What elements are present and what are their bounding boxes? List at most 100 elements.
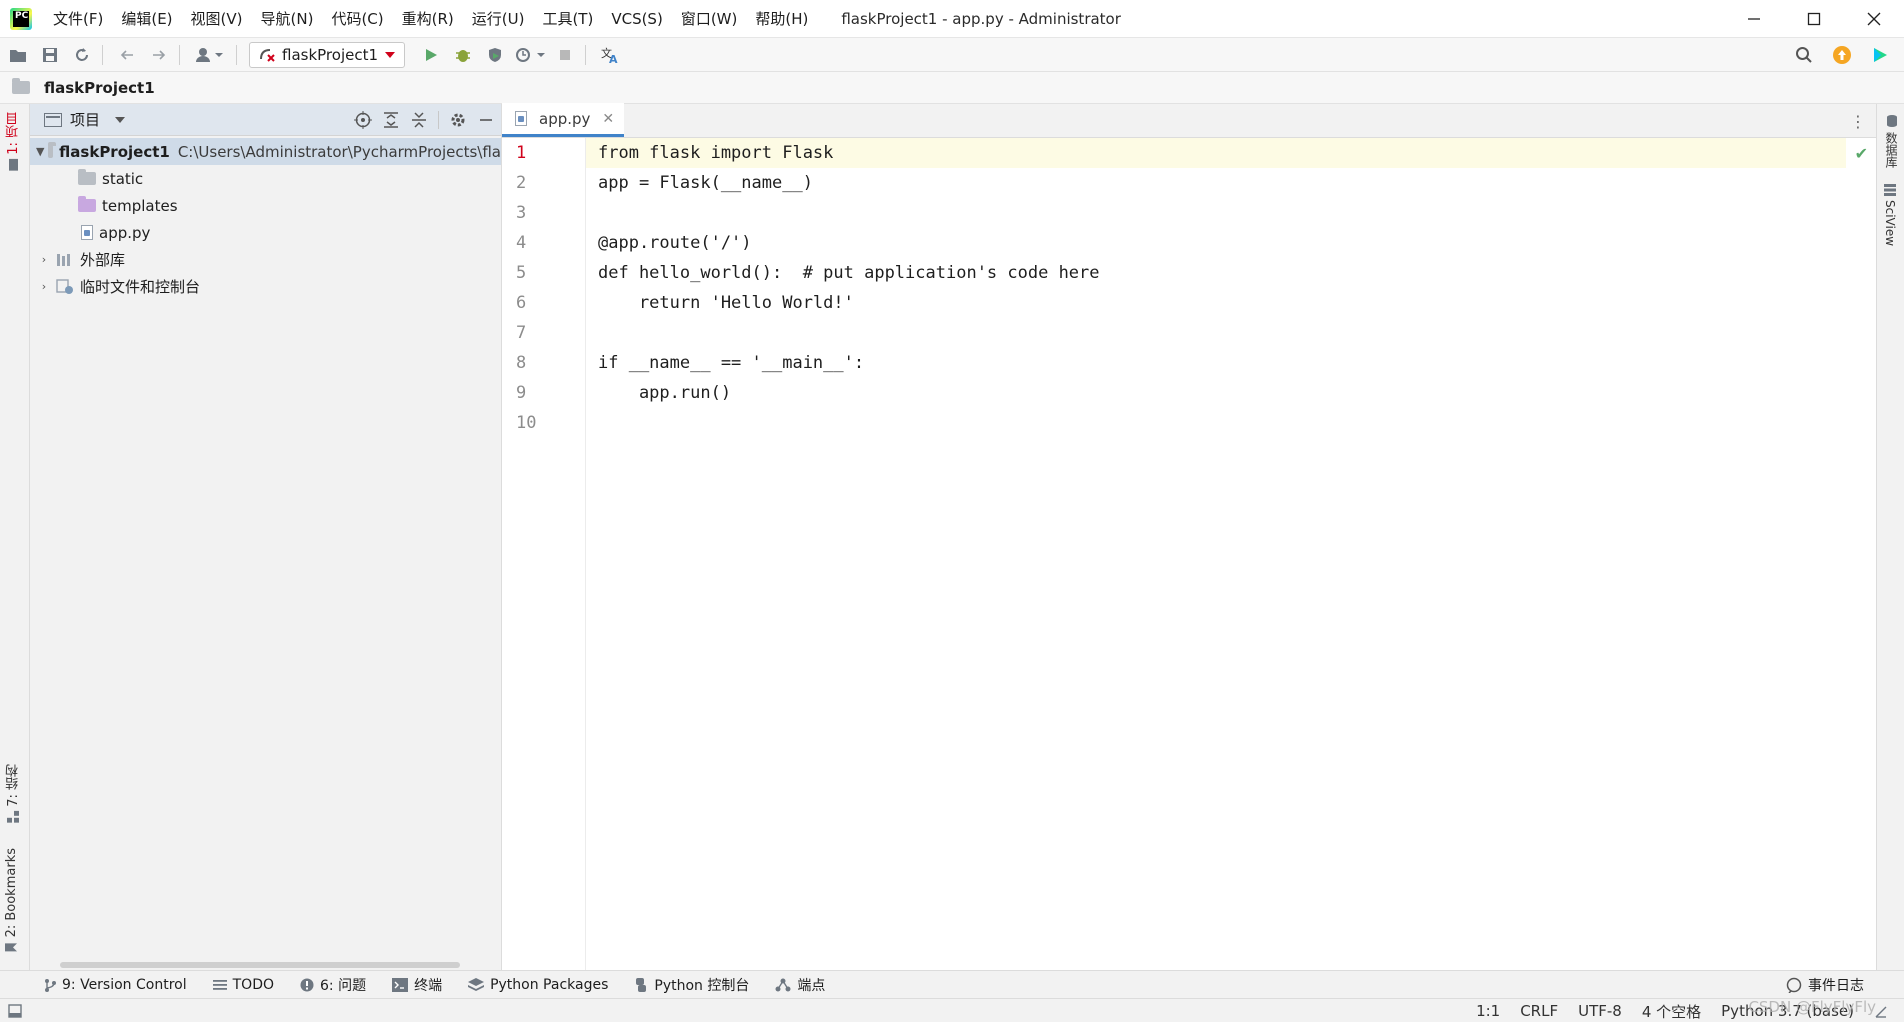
caret-position[interactable]: 1:1 (1476, 1002, 1500, 1020)
stop-button[interactable] (551, 41, 579, 69)
list-icon (212, 979, 227, 990)
gear-icon[interactable] (449, 111, 467, 129)
editor-tab-label: app.py (539, 109, 591, 128)
maximize-icon (1807, 12, 1821, 26)
close-tab-icon[interactable]: ✕ (602, 111, 614, 127)
locate-file-icon[interactable] (354, 111, 372, 129)
debug-button[interactable] (449, 41, 477, 69)
tree-item-label: 临时文件和控制台 (80, 278, 201, 296)
bookmark-icon (5, 943, 18, 952)
terminal-icon (392, 977, 409, 992)
endpoints-tab[interactable]: 端点 (775, 975, 825, 995)
sync-button[interactable] (68, 41, 96, 69)
menu-tools[interactable]: 工具(T) (533, 0, 602, 38)
run-configuration-selector[interactable]: flaskProject1 (249, 41, 406, 68)
code-line[interactable]: def hello_world(): # put application's c… (586, 258, 1846, 288)
code-line[interactable]: @app.route('/') (586, 228, 1846, 258)
chevron-right-icon[interactable]: › (36, 280, 52, 293)
refresh-icon (76, 47, 88, 61)
toolbar-separator (102, 44, 103, 65)
menu-navigate[interactable]: 导航(N) (252, 0, 323, 38)
version-control-tab[interactable]: 9: Version Control (44, 977, 187, 993)
chevron-right-icon[interactable]: › (36, 253, 52, 266)
event-log-tab[interactable]: 事件日志 (1786, 971, 1864, 999)
tree-root[interactable]: ▼ flaskProject1 C:\Users\Administrator\P… (30, 138, 501, 165)
code-line[interactable]: from flask import Flask (586, 138, 1846, 168)
menu-vcs[interactable]: VCS(S) (602, 0, 671, 38)
tree-item-static[interactable]: static (30, 165, 501, 192)
close-window-button[interactable] (1844, 0, 1904, 38)
bookmarks-tool-tab[interactable]: 2: Bookmarks (4, 848, 19, 953)
code-line[interactable] (586, 318, 1846, 348)
database-tab-label: 数据库 (1884, 132, 1898, 168)
python-console-tab[interactable]: Python 控制台 (634, 975, 749, 995)
python-file-icon (515, 111, 527, 126)
code-lines[interactable]: from flask import Flask app = Flask(__na… (586, 138, 1846, 438)
indent-setting[interactable]: 4 个空格 (1642, 1001, 1701, 1022)
menu-window[interactable]: 窗口(W) (672, 0, 747, 38)
terminal-tab[interactable]: 终端 (392, 975, 442, 995)
menu-view[interactable]: 视图(V) (182, 0, 252, 38)
more-options-icon[interactable]: ⋮ (1850, 112, 1866, 131)
lock-icon[interactable] (1874, 1004, 1888, 1018)
chevron-down-icon[interactable] (114, 115, 126, 125)
line-number: 3 (516, 203, 527, 223)
editor: app.py ✕ ⋮ 1 2 3 4 5 6 7 8 9 10 from fla… (502, 103, 1876, 970)
structure-tool-tab[interactable]: 7: 结构 (4, 764, 23, 823)
menu-code[interactable]: 代码(C) (322, 0, 392, 38)
todo-tab[interactable]: TODO (212, 977, 274, 993)
scratches-icon (56, 278, 73, 294)
run-button[interactable] (417, 41, 445, 69)
file-encoding[interactable]: UTF-8 (1578, 1002, 1622, 1020)
jetbrains-toolbox-button[interactable] (1866, 41, 1894, 69)
translate-button[interactable]: 文A (596, 41, 624, 69)
coverage-button[interactable] (481, 41, 509, 69)
editor-tab-app-py[interactable]: app.py ✕ (502, 103, 625, 137)
menu-help[interactable]: 帮助(H) (746, 0, 817, 38)
menu-edit[interactable]: 编辑(E) (112, 0, 181, 38)
code-line[interactable]: if __name__ == '__main__': (586, 348, 1846, 378)
code-line[interactable]: app.run() (586, 378, 1846, 408)
toggle-tool-windows-icon[interactable] (8, 1003, 22, 1018)
update-button[interactable] (1828, 41, 1856, 69)
breadcrumb-project[interactable]: flaskProject1 (44, 79, 155, 97)
code-line[interactable]: return 'Hello World!' (586, 288, 1846, 318)
open-folder-button[interactable] (4, 41, 32, 69)
profile-button[interactable] (513, 41, 547, 69)
save-all-button[interactable] (36, 41, 64, 69)
chevron-down-icon[interactable]: ▼ (36, 145, 44, 158)
line-number: 6 (516, 293, 527, 313)
tree-item-external-libraries[interactable]: › 外部库 (30, 246, 501, 273)
tree-item-templates[interactable]: templates (30, 192, 501, 219)
line-separator[interactable]: CRLF (1520, 1002, 1558, 1020)
forward-button[interactable] (145, 41, 173, 69)
code-line[interactable] (586, 408, 1846, 438)
tree-item-app-py[interactable]: app.py (30, 219, 501, 246)
code-line[interactable]: app = Flask(__name__) (586, 168, 1846, 198)
tree-item-scratches[interactable]: › 临时文件和控制台 (30, 273, 501, 300)
collapse-all-icon[interactable] (410, 111, 428, 129)
menu-run[interactable]: 运行(U) (463, 0, 534, 38)
menu-refactor[interactable]: 重构(R) (393, 0, 463, 38)
python-console-icon (636, 977, 647, 992)
project-view-title[interactable]: 项目 (70, 109, 100, 130)
expand-all-icon[interactable] (382, 111, 400, 129)
horizontal-scrollbar[interactable] (60, 962, 460, 968)
minimize-panel-icon[interactable] (477, 111, 495, 129)
problems-tab[interactable]: 6: 问题 (300, 975, 366, 995)
line-number: 1 (516, 143, 527, 163)
minimize-button[interactable] (1724, 0, 1784, 38)
search-everywhere-button[interactable] (1790, 41, 1818, 69)
back-button[interactable] (113, 41, 141, 69)
database-tool-tab[interactable]: 数据库 (1883, 114, 1900, 168)
no-problems-check-icon[interactable]: ✔ (1855, 144, 1868, 163)
python-packages-tab[interactable]: Python Packages (468, 977, 608, 993)
sciview-tool-tab[interactable]: SciView (1883, 184, 1897, 246)
maximize-button[interactable] (1784, 0, 1844, 38)
menu-file[interactable]: 文件(F) (44, 0, 112, 38)
code-area[interactable]: 1 2 3 4 5 6 7 8 9 10 from flask import F… (502, 138, 1876, 970)
event-log-icon (1786, 977, 1802, 993)
project-tool-tab[interactable]: 1: 项目 (4, 112, 23, 171)
vcs-user-button[interactable] (190, 41, 230, 69)
code-line[interactable] (586, 198, 1846, 228)
